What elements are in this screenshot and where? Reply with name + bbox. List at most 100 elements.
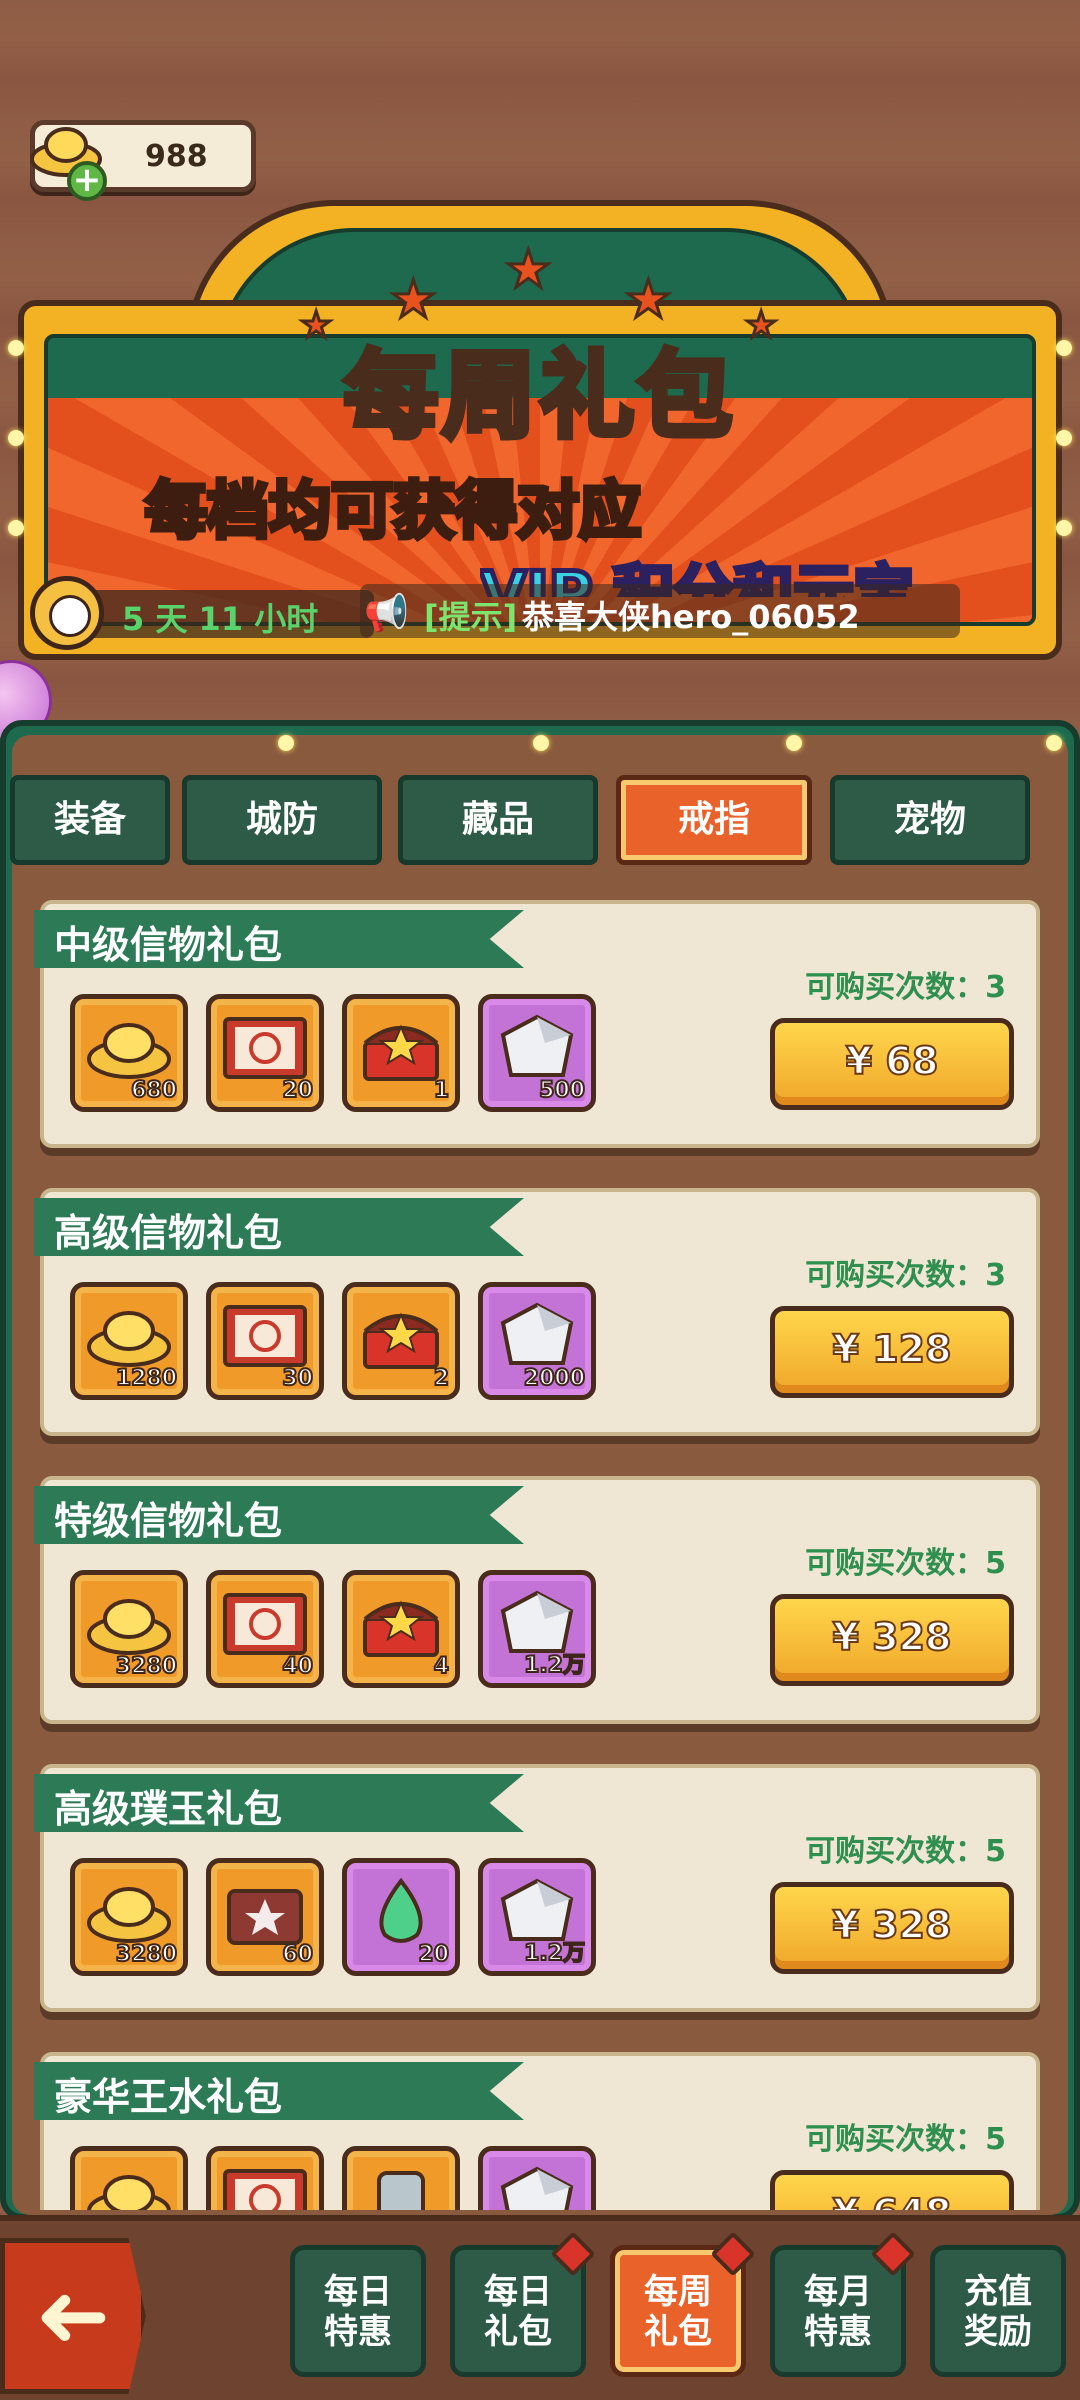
nav-daily-deal[interactable]: 每日 特惠 xyxy=(290,2245,426,2377)
nav-weekly-pack[interactable]: 每周 礼包 xyxy=(610,2231,756,2377)
reward-item[interactable]: 30 xyxy=(206,1282,324,1400)
reward-item[interactable]: 40 xyxy=(206,1570,324,1688)
reward-item[interactable]: 3280 xyxy=(70,1858,188,1976)
reward-item[interactable]: 500 xyxy=(478,994,596,1112)
reward-item[interactable]: 2000 xyxy=(478,1282,596,1400)
pack-card: 中级信物礼包 680 20 1 500 可购买次数：3 ¥ 68 xyxy=(34,900,1040,1148)
reward-item[interactable]: 680 xyxy=(70,994,188,1112)
reward-count: 500 xyxy=(538,1077,586,1104)
reward-item[interactable]: 3280 xyxy=(70,1570,188,1688)
back-button[interactable]: ➜ xyxy=(0,2238,146,2394)
reward-item[interactable] xyxy=(70,2146,188,2210)
nav-daily-pack[interactable]: 每日 礼包 xyxy=(450,2231,596,2377)
purchase-limit: 可购买次数：5 xyxy=(805,2122,1006,2157)
reward-item[interactable]: 2 xyxy=(342,1282,460,1400)
purchase-limit: 可购买次数：3 xyxy=(805,1258,1006,1293)
buy-button[interactable]: ¥ 128 xyxy=(770,1306,1014,1398)
tab-defense[interactable]: 城防 xyxy=(182,775,382,865)
ticket-icon xyxy=(221,1013,309,1083)
gold-ingot-icon xyxy=(85,1877,173,1947)
reward-count: 4 xyxy=(433,1653,450,1680)
reward-items: 3280 40 4 1.2万 xyxy=(70,1570,630,1690)
reward-items: 3280 60 20 1.2万 xyxy=(70,1858,630,1978)
reward-item[interactable]: 1.2万 xyxy=(478,1570,596,1688)
star-icon: ★ xyxy=(504,239,554,302)
light-bulb xyxy=(8,520,24,536)
currency-amount: 988 xyxy=(145,139,208,174)
banner-subtitle-1: 每档均可获得对应 xyxy=(142,472,643,550)
reward-item[interactable]: 1.2万 xyxy=(478,1858,596,1976)
tab-collection[interactable]: 藏品 xyxy=(398,775,598,865)
ticket-icon xyxy=(221,2165,309,2210)
tab-equipment[interactable]: 装备 xyxy=(10,775,170,865)
pack-name: 高级璞玉礼包 xyxy=(54,1787,283,1831)
buy-button[interactable]: ¥ 328 xyxy=(770,1882,1014,1974)
category-tabs: 装备 城防 藏品 戒指 宠物 xyxy=(10,775,1060,865)
banner-title: 每周礼包 xyxy=(341,339,736,454)
reward-item[interactable]: 1 xyxy=(342,994,460,1112)
purchase-limit: 可购买次数：3 xyxy=(805,970,1006,1005)
reward-item[interactable] xyxy=(342,2146,460,2210)
reward-item[interactable] xyxy=(478,2146,596,2210)
back-arrow-icon: ➜ xyxy=(35,2263,111,2368)
weekly-pack-banner: ★ ★ ★ ★ ★ 每周礼包 每档均可获得对应 VIP 积分和元宝 5 天 11… xyxy=(0,200,1080,680)
reward-count: 20 xyxy=(281,1077,314,1104)
silver-crystal-icon xyxy=(493,2165,581,2210)
notice-bar: 📢 [提示] 恭喜大侠hero_06052 xyxy=(360,584,960,638)
reward-count: 1280 xyxy=(115,1365,178,1392)
reward-item[interactable]: 4 xyxy=(342,1570,460,1688)
gold-ingot-icon xyxy=(85,1013,173,1083)
pack-name: 高级信物礼包 xyxy=(54,1211,283,1255)
nav-monthly-deal[interactable]: 每月 特惠 xyxy=(770,2231,916,2377)
pack-card: 高级璞玉礼包 3280 60 20 1.2万 可购买次数：5 ¥ 328 xyxy=(34,1764,1040,2012)
light-bulb xyxy=(1046,735,1062,751)
tab-ring[interactable]: 戒指 xyxy=(616,775,812,865)
potion-icon xyxy=(357,2165,445,2210)
pack-list[interactable]: 中级信物礼包 680 20 1 500 可购买次数：3 ¥ 68 高级信物礼包 … xyxy=(20,900,1060,2210)
reward-item[interactable] xyxy=(206,2146,324,2210)
currency-display[interactable]: + 988 xyxy=(30,120,256,201)
countdown-text: 5 天 11 小时 xyxy=(122,600,319,638)
ticket-icon xyxy=(221,1301,309,1371)
reward-item[interactable]: 60 xyxy=(206,1858,324,1976)
reward-items: 1280 30 2 2000 xyxy=(70,1282,630,1402)
megaphone-icon: 📢 xyxy=(364,593,409,634)
reward-count: 1.2万 xyxy=(523,1940,586,1967)
purchase-limit: 可购买次数：5 xyxy=(805,1546,1006,1581)
gold-ingot-icon xyxy=(85,1589,173,1659)
reward-item[interactable]: 20 xyxy=(206,994,324,1112)
silver-crystal-icon xyxy=(493,1301,581,1371)
reward-count: 30 xyxy=(281,1365,314,1392)
nav-recharge-reward[interactable]: 充值 奖励 xyxy=(930,2245,1066,2377)
reward-item[interactable]: 20 xyxy=(342,1858,460,1976)
reward-item[interactable]: 1280 xyxy=(70,1282,188,1400)
clock-icon xyxy=(30,576,104,650)
countdown-timer: 5 天 11 小时 xyxy=(30,576,374,650)
light-bulb xyxy=(786,735,802,751)
pack-name: 特级信物礼包 xyxy=(54,1499,283,1543)
light-bulb xyxy=(533,735,549,751)
reward-count: 40 xyxy=(281,1653,314,1680)
reward-count: 1.2万 xyxy=(523,1652,586,1679)
reward-count: 60 xyxy=(281,1941,314,1968)
treasure-chest-icon xyxy=(357,1301,445,1371)
light-bulb xyxy=(1056,520,1072,536)
reward-count: 20 xyxy=(417,1941,450,1968)
gold-ingot-icon xyxy=(85,1301,173,1371)
reward-count: 2000 xyxy=(523,1365,586,1392)
tab-pet[interactable]: 宠物 xyxy=(830,775,1030,865)
reward-count: 1 xyxy=(433,1077,450,1104)
ticket-icon xyxy=(221,1589,309,1659)
reward-items xyxy=(70,2146,630,2210)
buy-button[interactable]: ¥ 328 xyxy=(770,1594,1014,1686)
pack-card: 特级信物礼包 3280 40 4 1.2万 可购买次数：5 ¥ 328 xyxy=(34,1476,1040,1724)
buy-button[interactable]: ¥ 648 xyxy=(770,2170,1014,2210)
treasure-chest-icon xyxy=(357,1013,445,1083)
silver-crystal-icon xyxy=(493,1013,581,1083)
green-jade-icon xyxy=(357,1877,445,1947)
gold-ingot-icon xyxy=(85,2165,173,2210)
add-currency-button[interactable]: + xyxy=(67,161,107,201)
pack-name: 中级信物礼包 xyxy=(54,923,283,967)
pack-card: 豪华王水礼包 可购买次数：5 ¥ 648 xyxy=(34,2052,1040,2210)
buy-button[interactable]: ¥ 68 xyxy=(770,1018,1014,1110)
